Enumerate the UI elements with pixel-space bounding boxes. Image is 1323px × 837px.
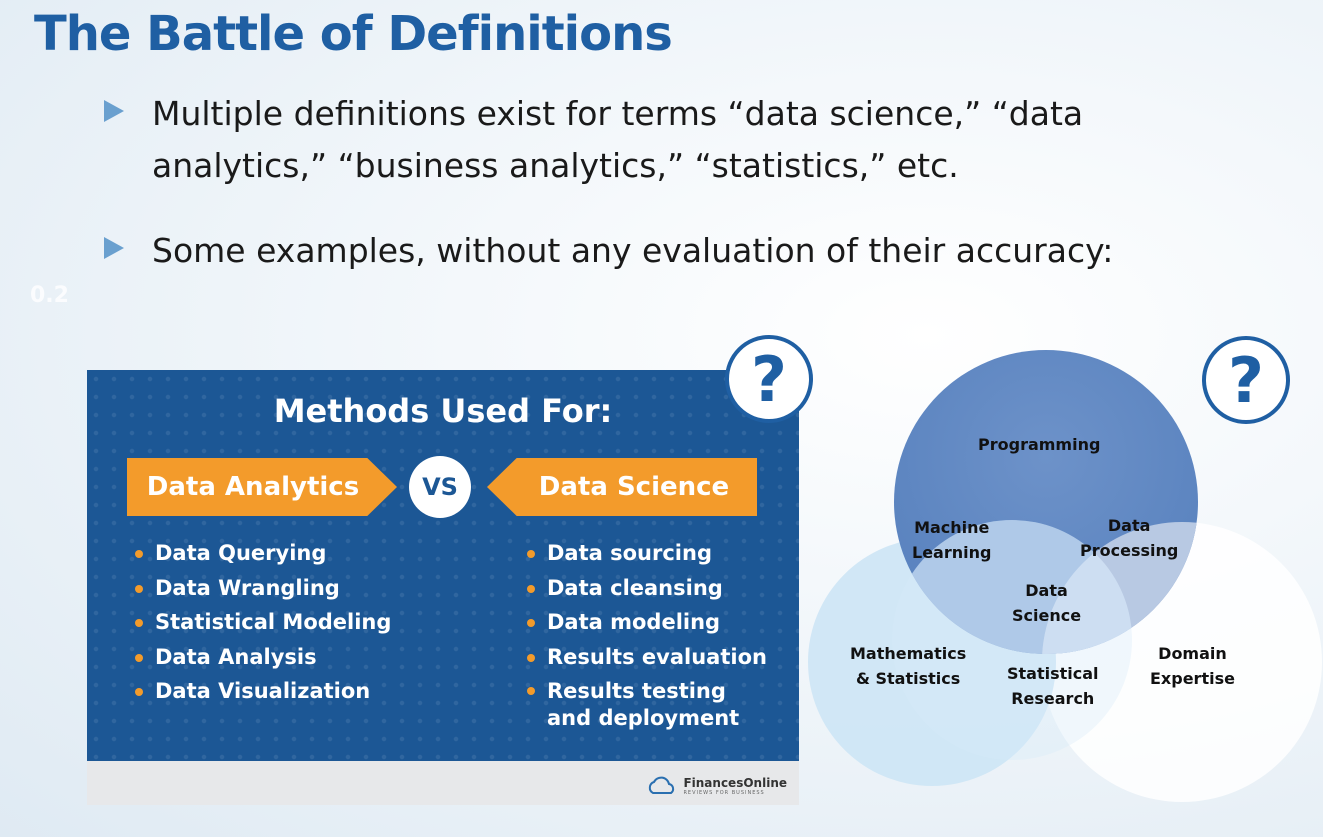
label-line: Data [1025, 581, 1068, 600]
question-mark-icon: ? [1202, 336, 1290, 424]
methods-infographic: Methods Used For: Data Analytics VS Data… [87, 370, 799, 805]
label-line: Research [1011, 689, 1095, 708]
list-item: Results evaluation [525, 640, 767, 675]
label-line: Processing [1080, 541, 1179, 560]
list-item: Data Querying [133, 536, 391, 571]
infographic-footer: FinancesOnline REVIEWS FOR BUSINESS [87, 761, 799, 805]
label-line: Mathematics [850, 644, 967, 663]
venn-label-data-processing: Data Processing [1080, 513, 1178, 563]
faint-watermark-number: 0.2 [30, 283, 69, 308]
venn-label-domain-expertise: Domain Expertise [1150, 641, 1235, 691]
bullet-text: Multiple definitions exist for terms “da… [152, 94, 1084, 185]
cloud-icon [649, 776, 675, 794]
venn-label-math-statistics: Mathematics & Statistics [850, 641, 966, 691]
bullet-text: Some examples, without any evaluation of… [152, 231, 1114, 270]
logo-name: FinancesOnline [683, 776, 787, 790]
list-item: Results testing and deployment [525, 674, 767, 732]
triangle-bullet-icon [104, 237, 124, 259]
label-line: Expertise [1150, 669, 1235, 688]
infographic-title: Methods Used For: [273, 392, 613, 430]
list-item: Data Analysis [133, 640, 391, 675]
bullet-examples: Some examples, without any evaluation of… [104, 225, 1254, 277]
question-mark-icon: ? [725, 335, 813, 423]
data-analytics-banner: Data Analytics [127, 458, 397, 516]
venn-label-machine-learning: Machine Learning [912, 515, 991, 565]
data-science-methods-list: Data sourcing Data cleansing Data modeli… [525, 536, 767, 732]
data-science-banner: Data Science [487, 458, 757, 516]
list-item: Data modeling [525, 605, 767, 640]
list-item: Data Visualization [133, 674, 391, 709]
triangle-bullet-icon [104, 100, 124, 122]
label-line: Machine [914, 518, 990, 537]
list-item-line: and deployment [547, 706, 740, 730]
venn-label-statistical-research: Statistical Research [1007, 661, 1099, 711]
label-line: Learning [912, 543, 992, 562]
label-line: Domain [1158, 644, 1227, 663]
label-line: & Statistics [855, 669, 961, 688]
bullet-definitions: Multiple definitions exist for terms “da… [104, 88, 1254, 192]
slide-title: The Battle of Definitions [34, 6, 673, 62]
label-line: Science [1012, 606, 1082, 625]
vs-badge: VS [409, 456, 471, 518]
list-item: Data sourcing [525, 536, 767, 571]
list-item: Data cleansing [525, 571, 767, 606]
venn-label-data-science: Data Science [1012, 578, 1081, 628]
label-line: Data [1107, 516, 1151, 535]
label-line: Statistical [1007, 664, 1099, 683]
list-item: Data Wrangling [133, 571, 391, 606]
logo-tagline: REVIEWS FOR BUSINESS [683, 790, 765, 796]
venn-label-programming: Programming [978, 435, 1101, 454]
data-analytics-methods-list: Data Querying Data Wrangling Statistical… [133, 536, 391, 709]
list-item: Statistical Modeling [133, 605, 391, 640]
financesonline-logo: FinancesOnline REVIEWS FOR BUSINESS [645, 775, 787, 797]
list-item-line: Results testing [547, 679, 726, 703]
